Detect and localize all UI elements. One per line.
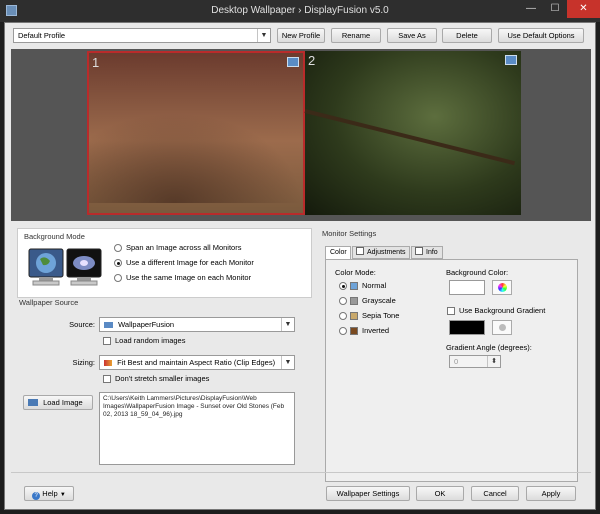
tab-adjustments-label: Adjustments <box>367 249 406 256</box>
delete-button[interactable]: Delete <box>442 28 492 43</box>
tab-icon <box>356 247 364 255</box>
color-wheel-icon <box>498 283 507 292</box>
span-image-label: Span an Image across all Monitors <box>126 243 242 252</box>
radio-indicator <box>114 259 122 267</box>
footer-divider <box>11 472 591 473</box>
monitors-icon <box>27 247 103 289</box>
monitor-preview: 1 2 <box>11 49 591 221</box>
chevron-down-icon: ▼ <box>281 356 294 369</box>
dont-stretch-label: Don't stretch smaller images <box>115 374 210 383</box>
sizing-icon <box>104 360 112 366</box>
load-random-label: Load random images <box>115 336 186 345</box>
radio-indicator <box>339 312 347 320</box>
monitor-icon <box>505 55 517 65</box>
color-mode-label: Color Mode: <box>335 268 376 277</box>
monitor-settings-title: Monitor Settings <box>320 229 379 238</box>
radio-indicator <box>114 244 122 252</box>
background-color-picker-button[interactable] <box>492 280 512 295</box>
load-image-button[interactable]: Load Image <box>23 395 93 410</box>
wallpaper-image <box>304 109 516 166</box>
maximize-button[interactable]: ☐ <box>543 0 567 18</box>
image-path-field[interactable]: C:\Users\Keith Lammers\Pictures\DisplayF… <box>99 392 295 465</box>
checkbox-box <box>103 337 111 345</box>
gradient-color-picker-button[interactable] <box>492 320 512 335</box>
image-icon <box>28 399 38 406</box>
sizing-label: Sizing: <box>72 358 95 367</box>
background-color-swatch[interactable] <box>449 280 485 295</box>
window-title: Desktop Wallpaper › DisplayFusion v5.0 <box>211 5 389 16</box>
help-label: Help <box>42 489 58 498</box>
different-image-label: Use a different Image for each Monitor <box>126 258 254 267</box>
sizing-select-value: Fit Best and maintain Aspect Ratio (Clip… <box>117 358 276 367</box>
chevron-down-icon: ▼ <box>257 29 270 42</box>
app-window: Desktop Wallpaper › DisplayFusion v5.0 —… <box>0 0 600 514</box>
background-mode-title: Background Mode <box>22 232 87 241</box>
radio-indicator <box>114 274 122 282</box>
load-image-label: Load Image <box>43 398 83 407</box>
tab-info-label: Info <box>426 249 438 256</box>
radio-indicator <box>339 297 347 305</box>
use-gradient-label: Use Background Gradient <box>459 306 546 315</box>
source-select[interactable]: WallpaperFusion ▼ <box>99 317 295 332</box>
background-mode-group: Background Mode Span an Image across all… <box>17 228 312 298</box>
monitor-1-preview[interactable]: 1 <box>87 51 305 215</box>
dialog-client: Default Profile ▼ New Profile Rename Sav… <box>4 22 596 510</box>
cancel-button[interactable]: Cancel <box>471 486 519 501</box>
sepia-swatch-icon <box>350 312 358 320</box>
tab-icon <box>415 247 423 255</box>
apply-button[interactable]: Apply <box>526 486 576 501</box>
checkbox-box <box>447 307 455 315</box>
spinner-arrows-icon: ⬍ <box>487 356 500 367</box>
same-image-label: Use the same Image on each Monitor <box>126 273 252 282</box>
checkbox-box <box>103 375 111 383</box>
save-as-button[interactable]: Save As <box>387 28 437 43</box>
gradient-color-swatch[interactable] <box>449 320 485 335</box>
color-wheel-icon <box>499 324 506 331</box>
background-color-label: Background Color: <box>446 268 509 277</box>
minimize-button[interactable]: — <box>519 0 543 18</box>
grayscale-swatch-icon <box>350 297 358 305</box>
monitor-1-number: 1 <box>92 55 100 70</box>
color-tab-panel: Color Mode: Normal Grayscale Sepia Tone … <box>325 259 578 482</box>
wallpaper-image <box>89 113 303 203</box>
mode-grayscale-label: Grayscale <box>362 296 396 305</box>
help-button[interactable]: ? Help ▼ <box>24 486 74 501</box>
sizing-select[interactable]: Fit Best and maintain Aspect Ratio (Clip… <box>99 355 295 370</box>
wallpaper-settings-button[interactable]: Wallpaper Settings <box>326 486 410 501</box>
source-label: Source: <box>69 320 95 329</box>
mode-normal-label: Normal <box>362 281 387 290</box>
monitor-2-number: 2 <box>308 53 316 68</box>
mode-inverted-label: Inverted <box>362 326 390 335</box>
rename-button[interactable]: Rename <box>331 28 381 43</box>
new-profile-button[interactable]: New Profile <box>277 28 325 43</box>
monitor-2-preview[interactable]: 2 <box>304 51 521 215</box>
tab-color[interactable]: Color <box>325 246 351 260</box>
ok-button[interactable]: OK <box>416 486 464 501</box>
folder-icon <box>104 322 113 328</box>
gradient-angle-label: Gradient Angle (degrees): <box>446 343 532 352</box>
profile-select-value: Default Profile <box>18 31 66 40</box>
wallpaper-source-title: Wallpaper Source <box>17 298 81 307</box>
chevron-down-icon: ▼ <box>281 318 294 331</box>
chevron-down-icon: ▼ <box>59 492 66 498</box>
monitor-icon <box>287 57 299 67</box>
close-button[interactable]: ✕ <box>567 0 600 18</box>
use-default-options-button[interactable]: Use Default Options <box>498 28 584 43</box>
radio-indicator <box>339 327 347 335</box>
profile-select[interactable]: Default Profile ▼ <box>13 28 271 43</box>
radio-indicator <box>339 282 347 290</box>
mode-sepia-label: Sepia Tone <box>362 311 400 320</box>
normal-swatch-icon <box>350 282 358 290</box>
title-bar[interactable]: Desktop Wallpaper › DisplayFusion v5.0 —… <box>0 0 600 22</box>
tab-info[interactable]: Info <box>411 246 443 259</box>
gradient-angle-value: 0 <box>454 357 459 366</box>
source-select-value: WallpaperFusion <box>118 320 175 329</box>
gradient-angle-spinner[interactable]: 0 ⬍ <box>449 355 501 368</box>
tab-adjustments[interactable]: Adjustments <box>352 246 410 259</box>
help-icon: ? <box>32 492 41 500</box>
inverted-swatch-icon <box>350 327 358 335</box>
